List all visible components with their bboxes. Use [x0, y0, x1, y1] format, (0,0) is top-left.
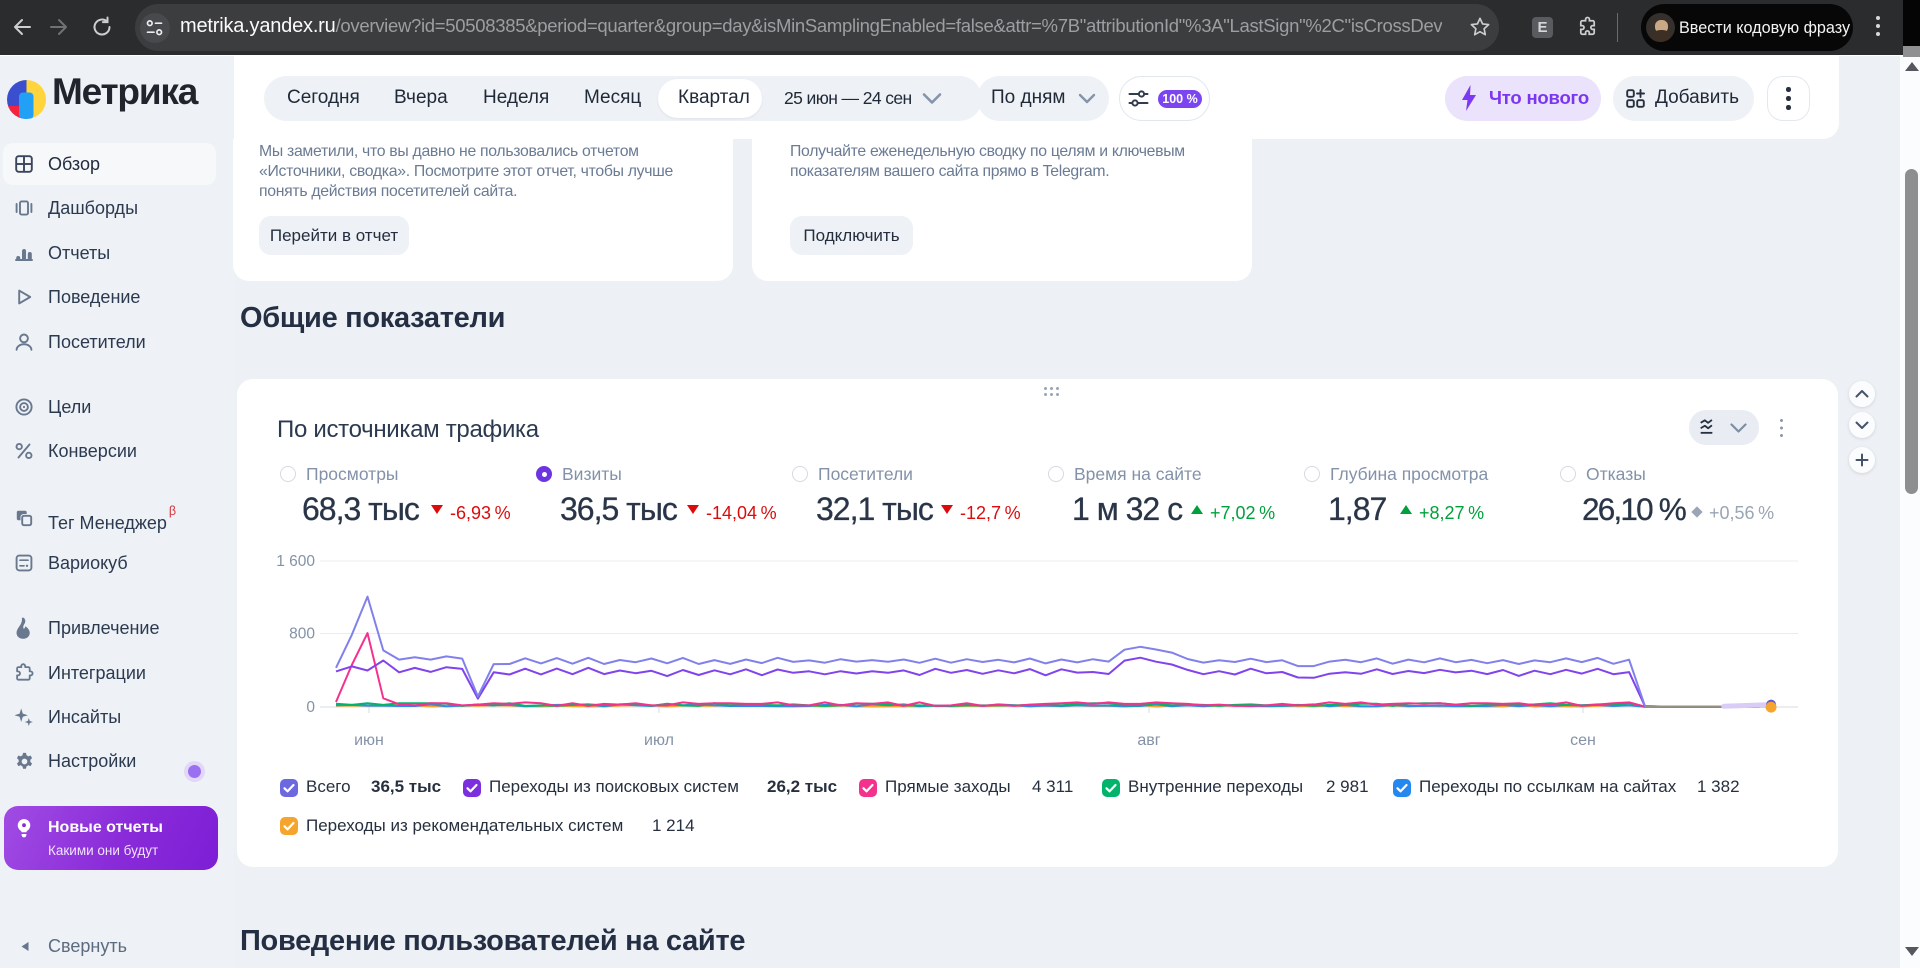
svg-text:июл: июл	[644, 732, 674, 749]
svg-text:сен: сен	[1570, 732, 1596, 749]
svg-text:авг: авг	[1137, 732, 1160, 749]
svg-text:800: 800	[289, 626, 315, 643]
svg-text:0: 0	[306, 699, 315, 716]
svg-text:1 600: 1 600	[276, 553, 315, 570]
svg-text:июн: июн	[354, 732, 384, 749]
